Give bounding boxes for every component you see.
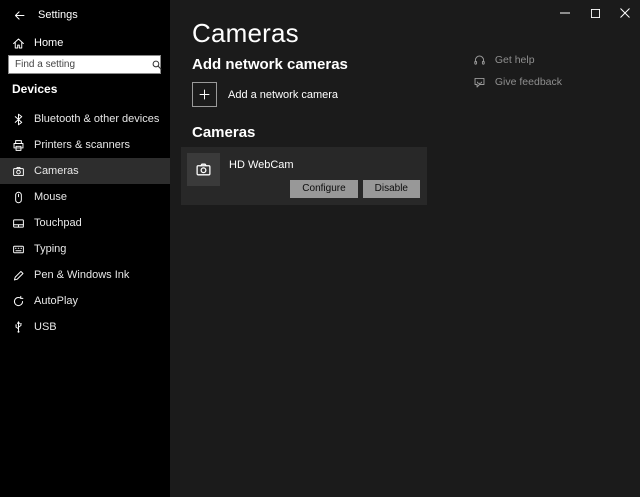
webcam-icon <box>195 161 212 178</box>
sidebar-item-label: Mouse <box>34 191 67 203</box>
get-help-link[interactable]: Get help <box>473 50 562 70</box>
help-panel: Get help Give feedback <box>473 50 562 92</box>
sidebar-home-label: Home <box>34 37 63 49</box>
back-arrow-icon <box>13 9 26 22</box>
sidebar-item-label: AutoPlay <box>34 295 78 307</box>
bluetooth-icon <box>12 113 25 126</box>
sidebar: Settings Home Devices <box>0 0 170 497</box>
sidebar-item-label: Touchpad <box>34 217 82 229</box>
sidebar-item-label: USB <box>34 321 57 333</box>
sidebar-item-typing[interactable]: Typing <box>0 236 170 262</box>
usb-icon <box>12 321 25 334</box>
app-title: Settings <box>38 9 78 21</box>
titlebar-left: Settings <box>0 0 170 30</box>
get-help-icon <box>473 54 486 67</box>
sidebar-item-touchpad[interactable]: Touchpad <box>0 210 170 236</box>
disable-button[interactable]: Disable <box>363 180 420 198</box>
plus-icon <box>192 82 217 107</box>
give-feedback-label: Give feedback <box>495 76 562 88</box>
sidebar-item-label: Cameras <box>34 165 79 177</box>
sidebar-item-pen[interactable]: Pen & Windows Ink <box>0 262 170 288</box>
sidebar-section-header: Devices <box>12 82 57 96</box>
printer-icon <box>12 139 25 152</box>
pen-icon <box>12 269 25 282</box>
mouse-icon <box>12 191 25 204</box>
sidebar-item-bluetooth[interactable]: Bluetooth & other devices <box>0 106 170 132</box>
page-title: Cameras <box>192 18 299 49</box>
sidebar-nav: Bluetooth & other devices Printers & sca… <box>0 106 170 340</box>
sidebar-item-home[interactable]: Home <box>0 32 170 54</box>
sidebar-item-printers[interactable]: Printers & scanners <box>0 132 170 158</box>
get-help-label: Get help <box>495 54 535 66</box>
search-icon[interactable] <box>151 56 163 73</box>
camera-card[interactable]: HD WebCam Configure Disable <box>181 147 427 205</box>
sidebar-item-usb[interactable]: USB <box>0 314 170 340</box>
main-content: Cameras Add network cameras Add a networ… <box>170 0 640 497</box>
autoplay-icon <box>12 295 25 308</box>
keyboard-icon <box>12 243 25 256</box>
camera-icon <box>12 165 25 178</box>
camera-card-actions: Configure Disable <box>290 180 420 198</box>
sidebar-item-label: Typing <box>34 243 66 255</box>
sidebar-item-label: Printers & scanners <box>34 139 130 151</box>
sidebar-item-label: Bluetooth & other devices <box>34 113 159 125</box>
back-button[interactable] <box>12 8 26 22</box>
sidebar-item-label: Pen & Windows Ink <box>34 269 129 281</box>
camera-thumbnail <box>187 153 220 186</box>
search-box <box>8 55 161 74</box>
touchpad-icon <box>12 217 25 230</box>
sidebar-item-mouse[interactable]: Mouse <box>0 184 170 210</box>
add-network-camera-button[interactable]: Add a network camera <box>192 82 338 107</box>
give-feedback-icon <box>473 76 486 89</box>
camera-name: HD WebCam <box>229 159 294 171</box>
home-icon <box>12 37 25 50</box>
give-feedback-link[interactable]: Give feedback <box>473 72 562 92</box>
settings-window: Settings Home Devices <box>0 0 640 497</box>
add-network-camera-label: Add a network camera <box>228 89 338 101</box>
network-cameras-header: Add network cameras <box>192 56 348 73</box>
configure-button[interactable]: Configure <box>290 180 357 198</box>
cameras-section-header: Cameras <box>192 124 255 141</box>
search-input[interactable] <box>9 59 151 70</box>
sidebar-item-cameras[interactable]: Cameras <box>0 158 170 184</box>
sidebar-item-autoplay[interactable]: AutoPlay <box>0 288 170 314</box>
